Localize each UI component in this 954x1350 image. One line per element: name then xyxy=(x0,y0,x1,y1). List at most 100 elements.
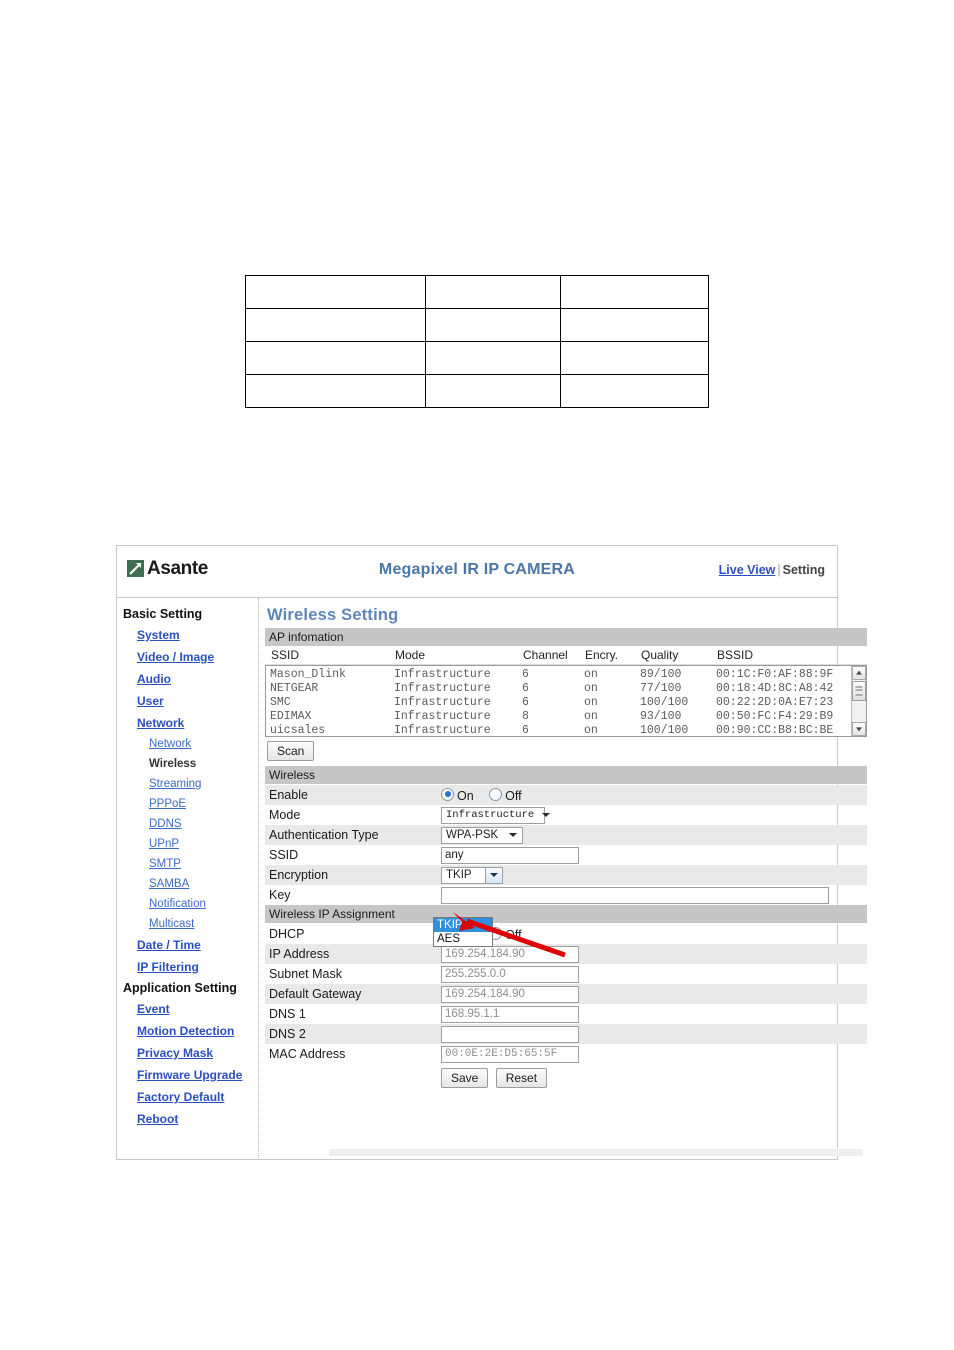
scrollbar-thumb[interactable] xyxy=(852,681,866,701)
dns1-input[interactable]: 168.95.1.1 xyxy=(441,1005,579,1023)
sidebar-subitem-notification[interactable]: Notification xyxy=(117,894,258,914)
encryption-dropdown-list[interactable]: TKIP AES xyxy=(433,917,493,947)
sidebar-subitem-multicast[interactable]: Multicast xyxy=(117,914,258,934)
encryption-select[interactable]: TKIP xyxy=(441,866,503,884)
ap-bssid: 00:90:CC:B8:BC:BE xyxy=(716,724,834,737)
default-gateway-input[interactable]: 169.254.184.90 xyxy=(441,985,579,1003)
default-gateway-label: Default Gateway xyxy=(269,987,362,1001)
enable-on-radio[interactable] xyxy=(441,787,454,801)
enable-on-label: On xyxy=(457,788,474,803)
row-mac-address: MAC Address 00:0E:2E:D5:65:5F xyxy=(265,1044,867,1064)
sidebar-subitem-ddns[interactable]: DDNS xyxy=(117,814,258,834)
setting-link[interactable]: Setting xyxy=(783,563,825,577)
ip-address-input[interactable]: 169.254.184.90 xyxy=(441,945,579,963)
sidebar-item-firmware-upgrade[interactable]: Firmware Upgrade xyxy=(117,1064,258,1086)
auth-type-select[interactable]: WPA-PSK xyxy=(441,826,523,844)
save-button[interactable]: Save xyxy=(441,1068,489,1088)
sidebar-subitem-upnp[interactable]: UPnP xyxy=(117,834,258,854)
page-title: Wireless Setting xyxy=(267,606,399,624)
ap-list-item[interactable]: NETGEAR Infrastructure 6 on 77/100 00:18… xyxy=(270,682,866,696)
ip-address-control: 169.254.184.90 xyxy=(441,945,867,963)
table-cell xyxy=(244,374,427,408)
ap-list[interactable]: Mason_Dlink Infrastructure 6 on 89/100 0… xyxy=(265,665,867,737)
sidebar-item-video-image[interactable]: Video / Image xyxy=(117,646,258,668)
wireless-section-header: Wireless xyxy=(265,766,867,784)
auth-type-label: Authentication Type xyxy=(269,828,379,842)
sidebar-group-basic-setting: Basic Setting xyxy=(123,607,203,621)
sidebar-item-factory-default[interactable]: Factory Default xyxy=(117,1086,258,1108)
ap-list-rows: Mason_Dlink Infrastructure 6 on 89/100 0… xyxy=(266,666,866,737)
table-cell xyxy=(244,341,427,375)
ap-list-scrollbar[interactable] xyxy=(851,666,866,736)
sidebar: Basic Setting System Video / Image Audio… xyxy=(117,598,259,1160)
reset-button[interactable]: Reset xyxy=(495,1068,548,1088)
sidebar-item-user[interactable]: User xyxy=(117,690,258,712)
sidebar-subitem-wireless[interactable]: Wireless xyxy=(117,754,258,774)
dhcp-off-label: Off xyxy=(505,927,522,942)
sidebar-subitem-smtp[interactable]: SMTP xyxy=(117,854,258,874)
ip-address-label: IP Address xyxy=(269,947,330,961)
footer-strip xyxy=(329,1149,863,1156)
sidebar-item-audio[interactable]: Audio xyxy=(117,668,258,690)
ap-ssid: EDIMAX xyxy=(270,710,312,723)
ap-encry: on xyxy=(584,696,598,709)
ssid-input[interactable]: any xyxy=(441,846,579,864)
mode-control: Infrastructure xyxy=(441,806,867,824)
sidebar-item-network[interactable]: Network xyxy=(117,712,258,734)
encryption-option-tkip[interactable]: TKIP xyxy=(434,918,492,932)
row-default-gateway: Default Gateway 169.254.184.90 xyxy=(265,984,867,1004)
sidebar-item-reboot[interactable]: Reboot xyxy=(117,1108,258,1130)
table-cell xyxy=(559,374,710,408)
scroll-up-icon[interactable] xyxy=(852,666,866,680)
header-links: Live View | Setting xyxy=(719,563,825,577)
sidebar-subitem-streaming[interactable]: Streaming xyxy=(117,774,258,794)
ap-column-ssid: SSID xyxy=(271,648,300,662)
live-view-link[interactable]: Live View xyxy=(719,563,776,577)
ap-table-header: SSID Mode Channel Encry. Quality BSSID xyxy=(265,647,867,665)
dns2-input[interactable] xyxy=(441,1025,579,1043)
scan-button[interactable]: Scan xyxy=(267,741,315,761)
sidebar-item-event[interactable]: Event xyxy=(117,998,258,1020)
ap-quality: 100/100 xyxy=(640,696,689,709)
ap-column-encry: Encry. xyxy=(585,648,619,662)
mac-address-label: MAC Address xyxy=(269,1047,346,1061)
sidebar-item-motion-detection[interactable]: Motion Detection xyxy=(117,1020,258,1042)
row-authentication-type: Authentication Type WPA-PSK xyxy=(265,825,867,845)
auth-type-control: WPA-PSK xyxy=(441,826,867,844)
ap-mode: Infrastructure xyxy=(394,696,491,709)
ap-list-item[interactable]: uicsales Infrastructure 6 on 100/100 00:… xyxy=(270,724,866,737)
chevron-down-icon xyxy=(542,813,551,817)
sidebar-item-ip-filtering[interactable]: IP Filtering xyxy=(117,956,258,978)
subnet-mask-control: 255.255.0.0 xyxy=(441,965,867,983)
ap-list-item[interactable]: SMC Infrastructure 6 on 100/100 00:22:2D… xyxy=(270,696,866,710)
ssid-control: any xyxy=(441,846,867,864)
sidebar-item-privacy-mask[interactable]: Privacy Mask xyxy=(117,1042,258,1064)
table-cell xyxy=(244,308,427,342)
table-cell xyxy=(559,308,710,342)
ap-list-item[interactable]: EDIMAX Infrastructure 8 on 93/100 00:50:… xyxy=(270,710,866,724)
sidebar-item-system[interactable]: System xyxy=(117,624,258,646)
ap-list-item[interactable]: Mason_Dlink Infrastructure 6 on 89/100 0… xyxy=(270,668,866,682)
ap-channel: 6 xyxy=(522,724,529,737)
sidebar-subitem-pppoe[interactable]: PPPoE xyxy=(117,794,258,814)
sidebar-item-date-time[interactable]: Date / Time xyxy=(117,934,258,956)
ap-channel: 6 xyxy=(522,696,529,709)
row-mode: Mode Infrastructure xyxy=(265,805,867,825)
sidebar-subitem-samba[interactable]: SAMBA xyxy=(117,874,258,894)
encryption-option-aes[interactable]: AES xyxy=(434,932,492,946)
sidebar-subitem-network[interactable]: Network xyxy=(117,734,258,754)
table-row xyxy=(244,341,710,375)
scroll-down-icon[interactable] xyxy=(852,722,866,736)
ap-quality: 93/100 xyxy=(640,710,682,723)
ap-bssid: 00:22:2D:0A:E7:23 xyxy=(716,696,834,709)
scan-row: Scan xyxy=(265,737,867,766)
enable-off-radio[interactable] xyxy=(489,787,503,801)
key-control xyxy=(441,886,867,904)
table-row xyxy=(244,275,710,309)
mode-select[interactable]: Infrastructure xyxy=(441,806,551,824)
chevron-down-icon[interactable] xyxy=(485,867,502,883)
ap-bssid: 00:18:4D:8C:A8:42 xyxy=(716,682,834,695)
key-input[interactable] xyxy=(441,886,829,904)
subnet-mask-input[interactable]: 255.255.0.0 xyxy=(441,965,579,983)
row-dns1: DNS 1 168.95.1.1 xyxy=(265,1004,867,1024)
